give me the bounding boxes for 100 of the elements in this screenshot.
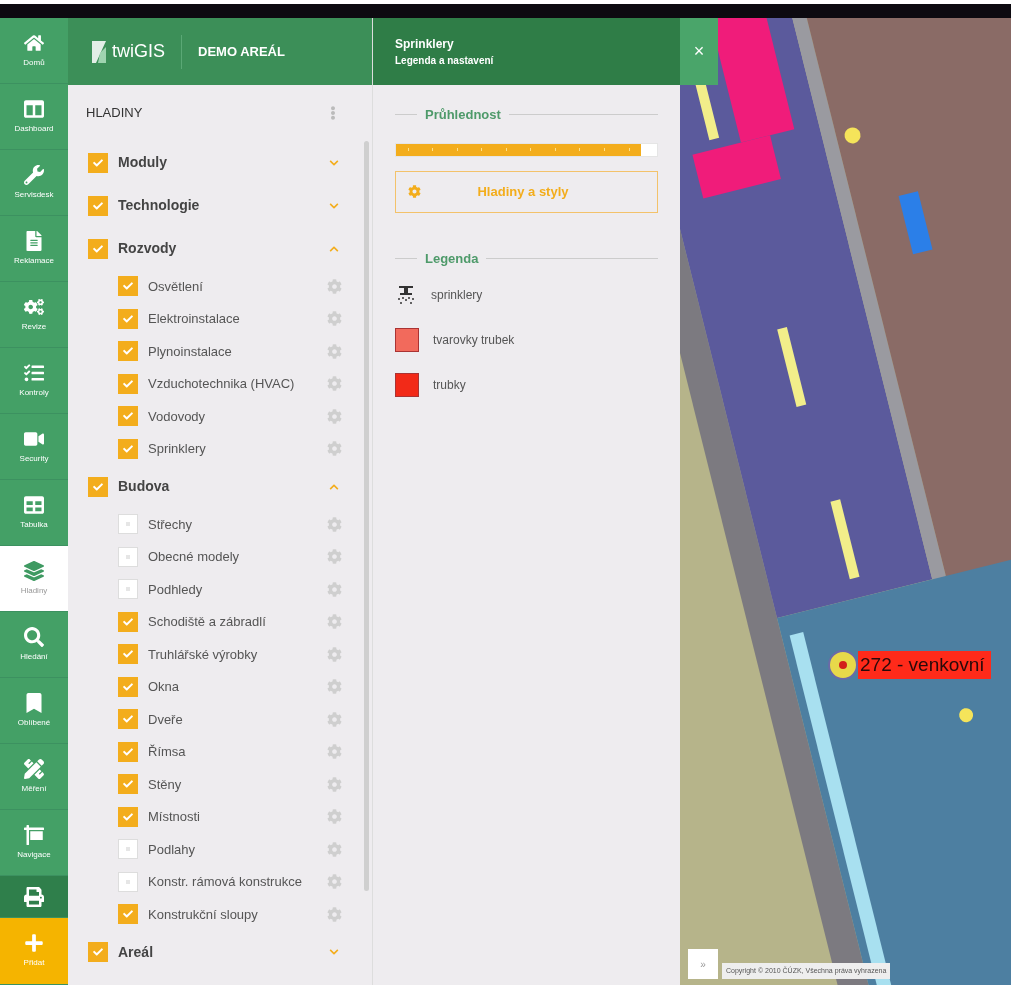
- panel-title: HLADINY: [86, 104, 143, 123]
- opacity-slider[interactable]: [395, 142, 658, 157]
- legend-label: sprinklery: [431, 286, 483, 304]
- settings-icon[interactable]: [327, 441, 342, 457]
- gear-icon: [408, 185, 421, 198]
- checkbox[interactable]: [118, 611, 138, 632]
- layer-label[interactable]: Okna: [148, 677, 317, 697]
- pencil-ruler-icon: [24, 758, 44, 779]
- scrollbar[interactable]: [364, 141, 369, 891]
- checkbox[interactable]: [88, 152, 108, 173]
- layer-label[interactable]: Dveře: [148, 709, 317, 729]
- checkbox[interactable]: [88, 195, 108, 216]
- expand-icon[interactable]: [329, 200, 339, 211]
- checkbox[interactable]: [118, 373, 138, 394]
- check-icon: [123, 714, 133, 725]
- settings-icon[interactable]: [327, 841, 342, 857]
- settings-icon[interactable]: [327, 408, 342, 424]
- checklist-icon: [24, 362, 44, 383]
- logo-icon: [90, 38, 108, 65]
- layer-label[interactable]: Podhledy: [148, 579, 317, 599]
- expand-icon[interactable]: [329, 157, 339, 168]
- check-icon: [93, 947, 103, 957]
- layer-label[interactable]: Truhlářské výrobky: [148, 644, 317, 664]
- more-icon[interactable]: [328, 106, 338, 120]
- check-icon: [123, 346, 133, 357]
- settings-icon[interactable]: [327, 874, 342, 890]
- checkbox[interactable]: [118, 709, 138, 730]
- layer-label[interactable]: Vzduchotechnika (HVAC): [148, 374, 317, 394]
- layer-label[interactable]: Osvětlení: [148, 276, 317, 296]
- checkbox[interactable]: [118, 644, 138, 665]
- home-icon: [24, 32, 44, 53]
- settings-icon[interactable]: [327, 646, 342, 662]
- app-name: twiGIS: [112, 40, 165, 63]
- settings-icon[interactable]: [327, 809, 342, 825]
- layer-group-label[interactable]: Technologie: [118, 195, 319, 216]
- nav-item[interactable]: [0, 876, 68, 918]
- check-icon: [123, 443, 133, 454]
- expand-icon[interactable]: [329, 947, 339, 957]
- layer-label[interactable]: Konstr. rámová konstrukce: [148, 872, 317, 892]
- settings-icon[interactable]: [327, 906, 342, 922]
- checkbox[interactable]: [118, 904, 138, 925]
- layer-label[interactable]: Plynoinstalace: [148, 341, 317, 361]
- layer-label[interactable]: Vodovody: [148, 406, 317, 426]
- checkbox[interactable]: [118, 774, 138, 795]
- layer-label[interactable]: Schodiště a zábradlí: [148, 612, 317, 632]
- checkbox[interactable]: [118, 406, 138, 427]
- checkbox[interactable]: [118, 741, 138, 762]
- settings-icon[interactable]: [327, 679, 342, 695]
- document-icon: [24, 230, 44, 251]
- checkbox[interactable]: [88, 238, 108, 259]
- layer-label[interactable]: Podlahy: [148, 839, 317, 859]
- layer-label[interactable]: Obecné modely: [148, 547, 317, 567]
- checkbox[interactable]: [118, 579, 138, 600]
- checkbox[interactable]: [118, 514, 138, 535]
- check-icon: [123, 779, 133, 790]
- checkbox[interactable]: [118, 438, 138, 459]
- dashboard-icon: [24, 98, 44, 119]
- layer-group-label[interactable]: Moduly: [118, 152, 319, 173]
- settings-icon[interactable]: [327, 376, 342, 392]
- layer-label[interactable]: Místnosti: [148, 807, 317, 827]
- layer-label[interactable]: Střechy: [148, 514, 317, 534]
- settings-icon[interactable]: [327, 343, 342, 359]
- section-title: Legenda: [425, 249, 479, 268]
- checkbox[interactable]: [88, 942, 108, 962]
- layer-group-label[interactable]: Budova: [118, 476, 319, 497]
- printer-icon: [24, 886, 44, 907]
- settings-icon[interactable]: [327, 311, 342, 327]
- settings-icon[interactable]: [327, 776, 342, 792]
- checkbox[interactable]: [118, 341, 138, 362]
- settings-icon[interactable]: [327, 614, 342, 630]
- check-icon: [123, 909, 133, 920]
- settings-icon[interactable]: [327, 711, 342, 727]
- settings-icon[interactable]: [327, 581, 342, 597]
- check-icon: [123, 378, 133, 389]
- settings-icon[interactable]: [327, 516, 342, 532]
- settings-icon[interactable]: [327, 549, 342, 565]
- map-label: 272 - venkovní: [858, 651, 991, 679]
- settings-icon[interactable]: [327, 278, 342, 294]
- checkbox[interactable]: [118, 871, 138, 892]
- checkbox[interactable]: [118, 839, 138, 860]
- check-icon: [123, 649, 133, 660]
- checkbox[interactable]: [118, 276, 138, 297]
- checkbox[interactable]: [118, 676, 138, 697]
- settings-icon[interactable]: [327, 744, 342, 760]
- checkbox[interactable]: [118, 308, 138, 329]
- check-icon: [123, 681, 133, 692]
- section-title: Průhlednost: [425, 106, 501, 124]
- layer-label[interactable]: Konstrukční sloupy: [148, 904, 317, 924]
- layers-icon: [24, 560, 44, 581]
- layer-group-label[interactable]: Rozvody: [118, 238, 319, 259]
- layer-label[interactable]: Stěny: [148, 774, 317, 794]
- checkbox[interactable]: [88, 476, 108, 497]
- layer-label[interactable]: Elektroinstalace: [148, 309, 317, 329]
- layer-label[interactable]: Sprinklery: [148, 439, 317, 459]
- checkbox[interactable]: [118, 546, 138, 567]
- layer-group-label[interactable]: Areál: [118, 941, 319, 963]
- plus-icon: [24, 933, 44, 953]
- legend-label: tvarovky trubek: [433, 331, 515, 349]
- checkbox[interactable]: [118, 806, 138, 827]
- layer-label[interactable]: Římsa: [148, 742, 317, 762]
